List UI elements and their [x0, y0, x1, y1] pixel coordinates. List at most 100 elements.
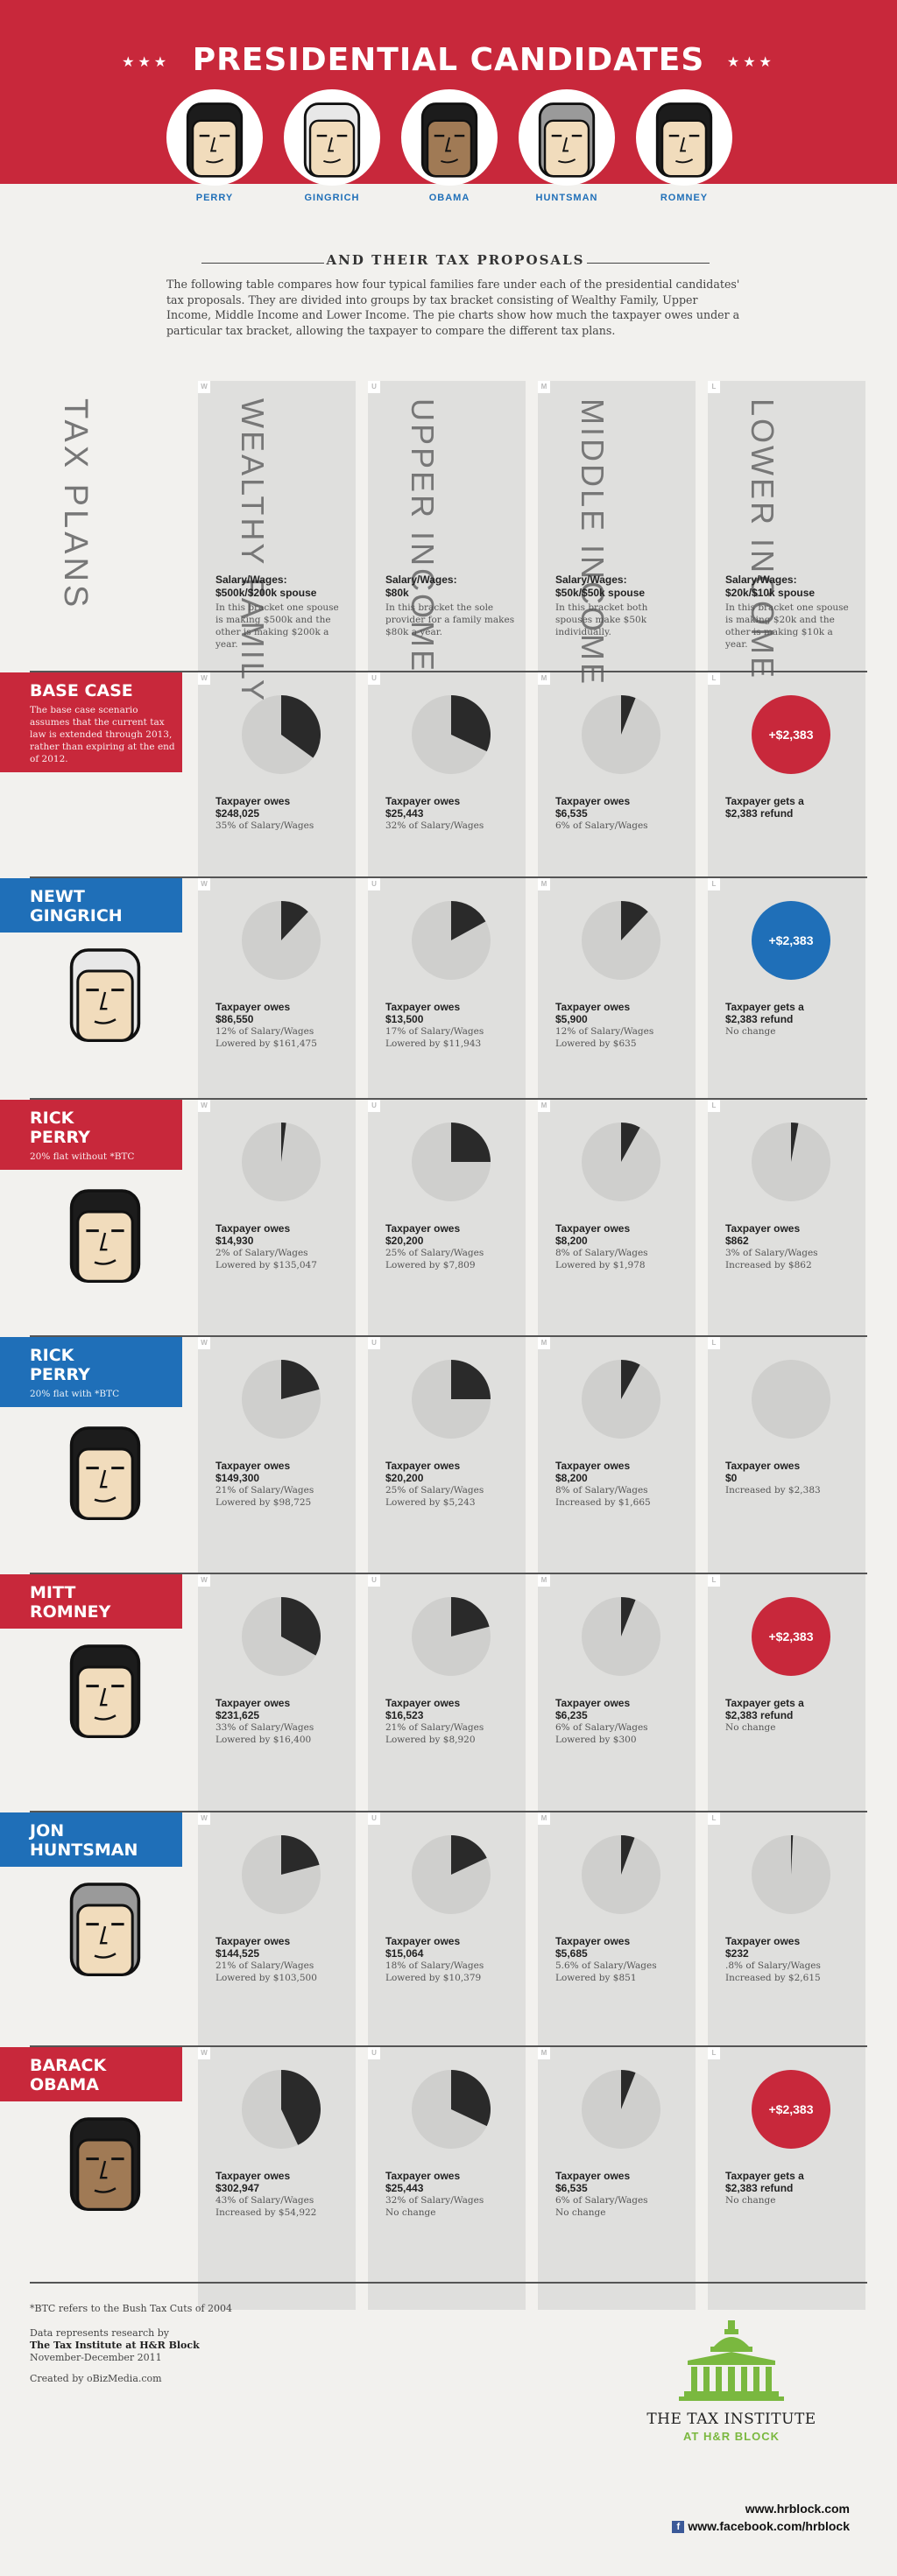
face-icon: [420, 102, 478, 178]
candidate-portrait: [166, 89, 263, 186]
tax-plans-label: TAX PLANS: [57, 398, 94, 611]
cell-heading: Taxpayer owes: [385, 1222, 461, 1235]
cell-change: Lowered by $10,379: [385, 1973, 482, 1983]
btc-note: *BTC refers to the Bush Tax Cuts of 2004: [30, 2303, 233, 2314]
row-label: MITT ROMNEY: [0, 1574, 182, 1738]
plan-name: ROMNEY: [30, 1602, 111, 1622]
cell-heading: Taxpayer owes: [215, 1697, 291, 1709]
bracket-info: Salary/Wages: $20k/$10k spouse In this bra…: [725, 574, 857, 651]
cell-detail: 12% of Salary/Wages: [215, 1026, 314, 1037]
cell-detail: 8% of Salary/Wages: [555, 1248, 648, 1258]
cell-change: Lowered by $300: [555, 1735, 637, 1745]
cell-detail: 32% of Salary/Wages: [385, 820, 484, 831]
pie-chart: [582, 1597, 660, 1676]
facebook-icon: f: [672, 2521, 685, 2534]
bracket-description: In this bracket one spouse is making $20…: [725, 602, 849, 650]
candidate-name: GINGRICH: [304, 193, 360, 203]
cell-detail: 25% of Salary/Wages: [385, 1485, 484, 1496]
cell-change: Lowered by $5,243: [385, 1497, 476, 1508]
row-band: JON HUNTSMAN: [0, 1812, 182, 1867]
cell-text: Taxpayer owes $15,064 18% of Salary/Wages L…: [385, 1935, 521, 1984]
cell-heading: Taxpayer gets a: [725, 795, 804, 807]
bracket-salary-label: Salary/Wages:: [215, 574, 287, 586]
plan-name: RICK: [30, 1346, 74, 1365]
face-icon: [303, 102, 361, 178]
cell-heading: Taxpayer owes: [555, 795, 631, 807]
building-icon: [679, 2320, 784, 2401]
bracket-tag: M: [538, 1812, 550, 1825]
cell-detail: 6% of Salary/Wages: [555, 1722, 648, 1733]
bracket-tag: U: [368, 1812, 380, 1825]
pie-wrap: [242, 1123, 321, 1206]
bracket-tag: M: [538, 2047, 550, 2059]
cell-text: Taxpayer owes $231,625 33% of Salary/Wages…: [215, 1697, 351, 1746]
cell-text: Taxpayer owes $20,200 25% of Salary/Wages L…: [385, 1222, 521, 1271]
row-label: RICK PERRY 20% flat without *BTC: [0, 1100, 182, 1283]
cell-text: Taxpayer gets a $2,383 refund No change: [725, 1697, 861, 1734]
face-icon: [69, 2117, 141, 2211]
research-dates: November-December 2011: [30, 2352, 162, 2363]
cell-amount: $248,025: [215, 807, 260, 820]
cell-detail: 8% of Salary/Wages: [555, 1485, 648, 1496]
pie-wrap: [242, 695, 321, 778]
cell-amount: $15,064: [385, 1947, 424, 1960]
bracket-tag: U: [368, 2047, 380, 2059]
bracket-tag: U: [368, 878, 380, 890]
cell-detail: 2% of Salary/Wages: [215, 1248, 308, 1258]
cell-change: Lowered by $11,943: [385, 1038, 482, 1049]
bracket-tag: M: [538, 878, 550, 890]
subtitle: AND THEIR TAX PROPOSALS: [166, 252, 745, 273]
stars-right: ★★★: [726, 53, 775, 70]
cell-amount: $2,383 refund: [725, 2182, 794, 2194]
stars-left: ★★★: [122, 53, 171, 70]
bracket-tag: W: [198, 878, 210, 890]
bracket-tag: L: [708, 381, 720, 393]
cell-heading: Taxpayer owes: [385, 1935, 461, 1947]
cell-amount: $232: [725, 1947, 749, 1960]
candidate-perry: PERRY: [166, 89, 263, 203]
cell-heading: Taxpayer owes: [215, 1935, 291, 1947]
refund-badge: +$2,383: [752, 695, 830, 774]
candidate-obama: OBAMA: [401, 89, 498, 203]
pie-chart: [582, 695, 660, 774]
cell-amount: $25,443: [385, 2182, 424, 2194]
title-text: PRESIDENTIAL CANDIDATES: [192, 42, 705, 78]
cell-text: Taxpayer gets a $2,383 refund No change: [725, 1001, 861, 1038]
cell-detail: 12% of Salary/Wages: [555, 1026, 654, 1037]
tax-institute-logo: THE TAX INSTITUTE AT H&R BLOCK: [613, 2320, 850, 2443]
facebook-link[interactable]: f www.facebook.com/hrblock: [604, 2517, 850, 2535]
face-icon: [186, 102, 244, 178]
candidate-portrait: [401, 89, 498, 186]
bracket-tag: M: [538, 381, 550, 393]
cell-amount: $13,500: [385, 1013, 424, 1025]
bracket-tag: L: [708, 1337, 720, 1349]
pie-wrap: [412, 1835, 491, 1918]
cell-heading: Taxpayer owes: [385, 1460, 461, 1472]
cell-amount: $20,200: [385, 1472, 424, 1484]
row-label: NEWT GINGRICH: [0, 878, 182, 1042]
bracket-description: In this bracket the sole provider for a …: [385, 602, 515, 637]
cell-amount: $0: [725, 1472, 738, 1484]
pie-wrap: [582, 1835, 660, 1918]
pie-slice-owed: [451, 1360, 491, 1399]
pie-wrap: [582, 2070, 660, 2153]
cell-text: Taxpayer owes $25,443 32% of Salary/Wages: [385, 795, 521, 832]
website-link[interactable]: www.hrblock.com: [604, 2500, 850, 2517]
plan-name: NEWT: [30, 887, 85, 906]
cell-heading: Taxpayer owes: [725, 1935, 801, 1947]
pie-wrap: [582, 1123, 660, 1206]
candidate-portrait: [53, 1636, 158, 1741]
cell-detail: 35% of Salary/Wages: [215, 820, 314, 831]
bracket-tag: W: [198, 1100, 210, 1112]
cell-amount: $86,550: [215, 1013, 254, 1025]
candidate-portrait: [519, 89, 615, 186]
cell-amount: $25,443: [385, 807, 424, 820]
candidate-huntsman: HUNTSMAN: [519, 89, 615, 203]
cell-amount: $149,300: [215, 1472, 260, 1484]
bracket-tag: M: [538, 672, 550, 685]
candidate-portrait: [53, 1874, 158, 1979]
bracket-tag: L: [708, 672, 720, 685]
cell-heading: Taxpayer owes: [555, 2170, 631, 2182]
cell-amount: $6,535: [555, 2182, 588, 2194]
row-band: BASE CASE The base case scenario assumes …: [0, 672, 182, 772]
